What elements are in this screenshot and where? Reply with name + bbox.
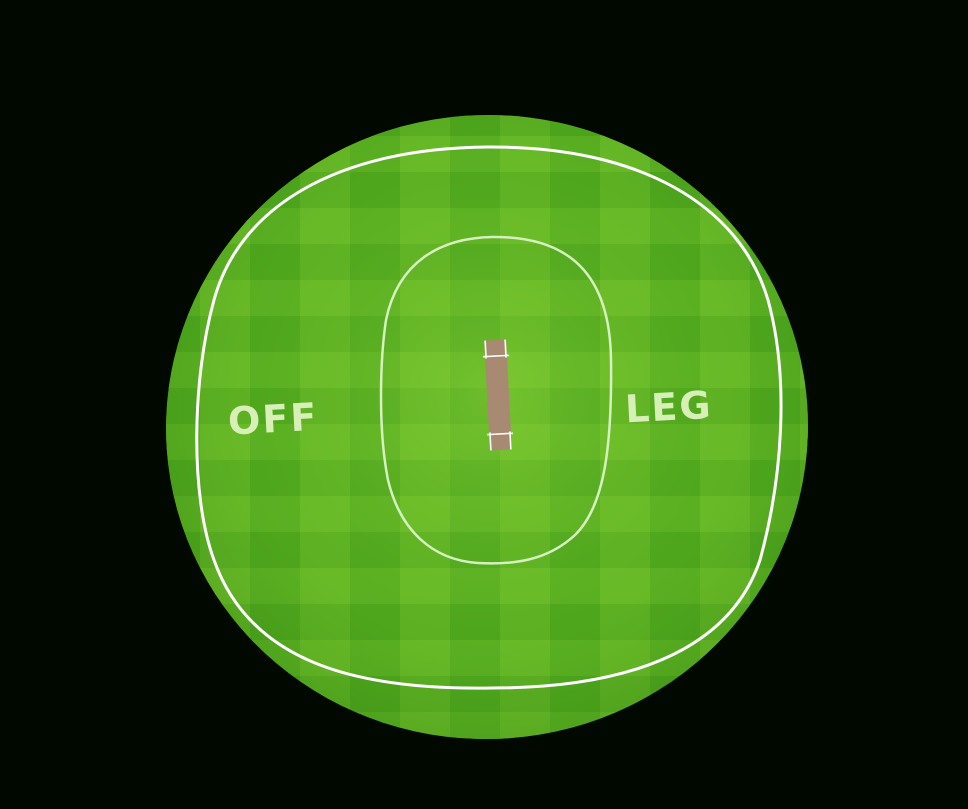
cricket-field-svg: OFF LEG xyxy=(150,100,829,761)
leg-side-label: LEG xyxy=(624,383,714,432)
off-side-label: OFF xyxy=(227,395,319,444)
grass-stripe xyxy=(150,748,829,761)
cricket-field-view: OFF LEG xyxy=(0,0,968,804)
